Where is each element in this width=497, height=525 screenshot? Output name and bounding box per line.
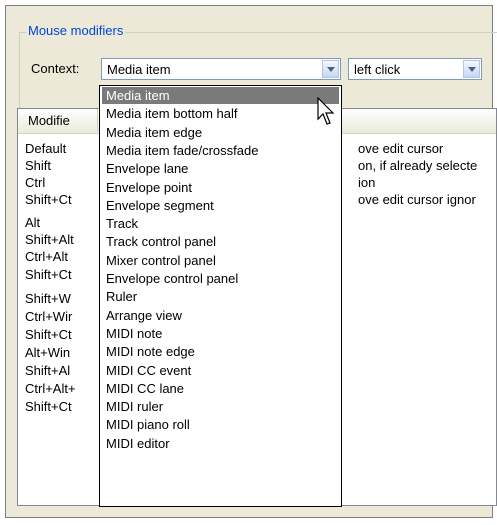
dropdown-option[interactable]: MIDI note edge <box>102 343 339 360</box>
dropdown-option[interactable]: Mixer control panel <box>102 252 339 269</box>
context-dropdown-list[interactable]: Media item Media item bottom half Media it… <box>99 85 342 507</box>
dropdown-option[interactable]: Arrange view <box>102 307 339 324</box>
dropdown-option[interactable]: Media item bottom half <box>102 105 339 122</box>
action-select-value: left click <box>354 62 401 77</box>
action-cell: ove edit cursor ignor <box>358 192 476 207</box>
modifier-cell: Shift+Al <box>25 363 71 378</box>
chevron-down-icon <box>467 66 476 72</box>
dropdown-option[interactable]: Envelope point <box>102 179 339 196</box>
action-cell: ove edit cursor <box>358 141 444 156</box>
modifier-cell: Alt+Win <box>25 345 71 360</box>
dropdown-option[interactable]: Track <box>102 215 339 232</box>
modifier-cell: Shift+Ct <box>25 192 72 207</box>
dropdown-option[interactable]: MIDI ruler <box>102 398 339 415</box>
modifier-cell: Shift+Ct <box>25 267 72 282</box>
dropdown-option[interactable]: Envelope segment <box>102 197 339 214</box>
dropdown-option[interactable]: Media item fade/crossfade <box>102 142 339 159</box>
mouse-pointer-icon <box>317 97 335 125</box>
action-dropdown-button[interactable] <box>463 60 480 78</box>
dropdown-option[interactable]: Track control panel <box>102 233 339 250</box>
modifier-cell: Ctrl+Wir <box>25 309 73 324</box>
context-select-value: Media item <box>107 62 171 77</box>
chevron-down-icon <box>326 66 335 72</box>
action-cell: on, if already selecte <box>358 158 478 173</box>
modifier-cell: Ctrl+Alt <box>25 249 68 264</box>
modifier-cell: Default <box>25 141 67 156</box>
dropdown-option[interactable]: Media item <box>102 87 339 104</box>
context-select[interactable]: Media item <box>101 58 341 80</box>
action-select[interactable]: left click <box>348 58 482 80</box>
dropdown-option[interactable]: Envelope control panel <box>102 270 339 287</box>
action-cell: ion <box>358 175 376 190</box>
modifier-cell: Ctrl <box>25 175 46 190</box>
group-title: Mouse modifiers <box>26 23 126 38</box>
dropdown-option[interactable]: Envelope lane <box>102 160 339 177</box>
dropdown-option[interactable]: MIDI editor <box>102 435 339 452</box>
modifier-cell: Shift+Ct <box>25 327 72 342</box>
context-dropdown-button[interactable] <box>322 60 339 78</box>
dropdown-option[interactable]: Media item edge <box>102 124 339 141</box>
context-label: Context: <box>31 61 80 76</box>
dropdown-option[interactable]: MIDI piano roll <box>102 416 339 433</box>
column-header-modifier[interactable]: Modifie <box>18 109 98 132</box>
dropdown-option[interactable]: MIDI note <box>102 325 339 342</box>
modifier-cell: Shift <box>25 158 52 173</box>
modifier-cell: Ctrl+Alt+ <box>25 381 76 396</box>
modifier-cell: Alt <box>25 215 41 230</box>
modifier-cell: Shift+Ct <box>25 399 72 414</box>
dropdown-option[interactable]: MIDI CC lane <box>102 380 339 397</box>
modifier-cell: Shift+W <box>25 291 71 306</box>
dropdown-option[interactable]: Ruler <box>102 288 339 305</box>
dropdown-option[interactable]: MIDI CC event <box>102 362 339 379</box>
modifier-cell: Shift+Alt <box>25 232 74 247</box>
column-header-label: Modifie <box>28 113 70 128</box>
